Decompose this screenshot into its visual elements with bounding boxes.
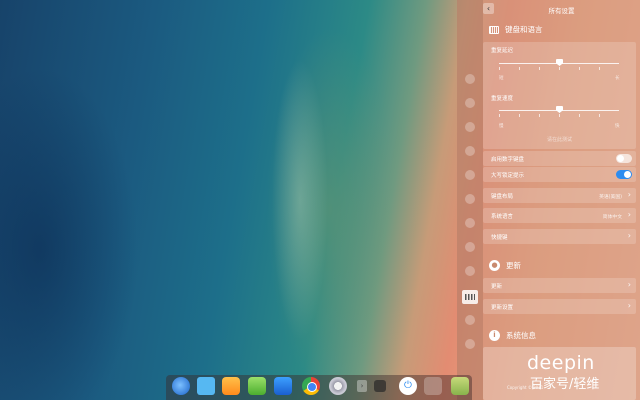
- calendar-icon[interactable]: [465, 146, 475, 156]
- settings-icon[interactable]: [329, 377, 347, 395]
- app-store-icon[interactable]: [222, 377, 240, 395]
- typing-test-input[interactable]: 请在此测试: [483, 136, 636, 143]
- repeat-delay-min: 短: [499, 76, 504, 81]
- update-settings-row[interactable]: 更新设置 ›: [483, 299, 636, 314]
- numlock-toggle[interactable]: [616, 154, 632, 163]
- sysinfo-heading-text: 系统信息: [506, 331, 536, 340]
- panel-title: 所有设置: [548, 7, 575, 15]
- keyboard-section-heading: 键盘和语言: [489, 24, 543, 35]
- update-row-label: 更新: [491, 284, 503, 290]
- update-icon[interactable]: [465, 315, 475, 325]
- personalization-icon[interactable]: [465, 170, 475, 180]
- music-icon[interactable]: [248, 377, 266, 395]
- keyboard-slider-card: 重复延迟 短 长 重复速度 慢 快 请在此测试: [483, 42, 636, 149]
- cloud-icon[interactable]: [465, 98, 475, 108]
- repeat-rate-ticks: [499, 114, 619, 117]
- repeat-delay-label: 重复延迟: [491, 48, 514, 54]
- info-icon[interactable]: [465, 339, 475, 349]
- repeat-delay-ticks: [499, 67, 619, 70]
- trash-icon[interactable]: [451, 377, 469, 395]
- user-icon[interactable]: [465, 74, 475, 84]
- numlock-label: 启用数字键盘: [491, 157, 525, 163]
- keyboard-icon[interactable]: [462, 290, 478, 304]
- repeat-delay-handle[interactable]: [556, 59, 563, 66]
- update-settings-label: 更新设置: [491, 305, 514, 311]
- keyboard-heading-text: 键盘和语言: [505, 25, 543, 34]
- update-row[interactable]: 更新 ›: [483, 278, 636, 293]
- shortcuts-row[interactable]: 快捷键 ›: [483, 229, 636, 244]
- shortcuts-label: 快捷键: [491, 235, 508, 241]
- settings-sidebar: [457, 0, 483, 400]
- power-icon[interactable]: [465, 266, 475, 276]
- watermark-text: 百家号/轻维: [530, 377, 600, 392]
- power-icon[interactable]: [399, 377, 417, 395]
- video-icon[interactable]: [274, 377, 292, 395]
- tray-arrow-icon[interactable]: ›: [357, 380, 367, 392]
- repeat-delay-max: 长: [615, 76, 620, 81]
- keyboard-icon: [489, 25, 499, 34]
- chevron-right-icon: ›: [627, 231, 631, 240]
- chevron-right-icon: ›: [627, 280, 631, 289]
- notification-icon[interactable]: [424, 377, 442, 395]
- wallpaper-wave: [240, 0, 350, 400]
- capslock-toggle[interactable]: [616, 170, 632, 179]
- keyboard-tray-icon[interactable]: [374, 380, 386, 392]
- keyboard-layout-row[interactable]: 键盘布局 英语(美国) ›: [483, 188, 636, 203]
- chevron-right-icon: ›: [627, 210, 631, 219]
- wallpaper-ocean: [0, 0, 200, 400]
- repeat-rate-handle[interactable]: [556, 106, 563, 113]
- keyboard-layout-value: 英语(美国): [599, 194, 622, 200]
- repeat-rate-min: 慢: [499, 124, 504, 129]
- sysinfo-section-heading: i 系统信息: [489, 330, 536, 341]
- system-language-label: 系统语言: [491, 214, 514, 220]
- info-icon: i: [489, 330, 500, 341]
- display-icon[interactable]: [465, 122, 475, 132]
- update-icon: ●: [489, 260, 500, 271]
- system-language-row[interactable]: 系统语言 简体中文 ›: [483, 208, 636, 223]
- repeat-rate-label: 重复速度: [491, 96, 514, 102]
- chevron-right-icon: ›: [627, 301, 631, 310]
- launcher-icon[interactable]: [172, 377, 190, 395]
- system-language-value: 简体中文: [602, 214, 622, 220]
- time-icon[interactable]: [465, 242, 475, 252]
- capslock-label: 大写锁定提示: [491, 173, 525, 179]
- repeat-rate-max: 快: [615, 124, 620, 129]
- update-heading-text: 更新: [506, 261, 521, 270]
- network-icon[interactable]: [465, 194, 475, 204]
- chrome-icon[interactable]: [302, 377, 320, 395]
- file-manager-icon[interactable]: [197, 377, 215, 395]
- deepin-logo: deepin: [527, 352, 595, 374]
- keyboard-layout-label: 键盘布局: [491, 194, 514, 200]
- sound-icon[interactable]: [465, 218, 475, 228]
- numlock-row[interactable]: 启用数字键盘: [483, 151, 636, 166]
- update-section-heading: ● 更新: [489, 260, 521, 271]
- chevron-right-icon: ›: [627, 190, 631, 199]
- capslock-row[interactable]: 大写锁定提示: [483, 167, 636, 182]
